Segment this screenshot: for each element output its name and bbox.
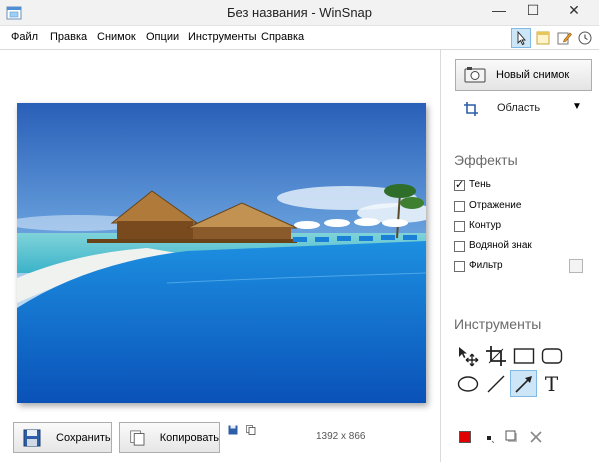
watermark-checkbox[interactable]	[454, 241, 465, 252]
effect-label: Тень	[469, 179, 491, 190]
delete-icon[interactable]	[529, 430, 543, 444]
clock-icon	[578, 31, 592, 45]
bottom-bar: Сохранить Копировать 1392 x 866	[0, 413, 441, 462]
filter-checkbox[interactable]	[454, 261, 465, 272]
new-snapshot-label: Новый снимок	[496, 69, 570, 81]
text-tool[interactable]: T	[538, 370, 565, 397]
crop-region-icon	[464, 102, 478, 116]
timer-button[interactable]	[575, 28, 595, 48]
close-button[interactable]: ✕	[552, 0, 596, 22]
canvas-area[interactable]: ▼	[0, 50, 441, 424]
beach-photo	[17, 103, 426, 403]
line-icon	[487, 375, 504, 392]
save-button[interactable]: Сохранить	[13, 422, 112, 453]
effect-label: Контур	[469, 220, 502, 231]
menu-bar: Файл Правка Снимок Опции Инструменты Спр…	[0, 26, 599, 50]
copy-button-label: Копировать	[159, 431, 219, 444]
ellipse-tool[interactable]	[454, 370, 481, 397]
arrow-tool[interactable]	[510, 370, 537, 397]
capture-mode-dropdown[interactable]: Область ▼	[464, 101, 584, 117]
shadow-style-icon[interactable]	[505, 430, 519, 444]
effect-label: Фильтр	[469, 260, 503, 271]
effect-filter[interactable]: Фильтр	[454, 259, 594, 274]
menu-help[interactable]: Справка	[261, 31, 304, 43]
snapshot-image[interactable]	[17, 103, 426, 403]
floppy-disk-icon	[23, 429, 41, 446]
crop-tool[interactable]	[482, 342, 509, 369]
ellipse-icon	[457, 375, 478, 392]
shadow-checkbox[interactable]: ✓	[454, 180, 465, 191]
rectangle-tool[interactable]	[510, 342, 537, 369]
effect-outline[interactable]: Контур	[454, 220, 594, 234]
text-icon: T	[544, 371, 559, 396]
effect-reflection[interactable]: Отражение	[454, 200, 594, 214]
copy-button[interactable]: Копировать	[119, 422, 220, 453]
menu-tools[interactable]: Инструменты	[188, 31, 257, 43]
pointer-mode-button[interactable]	[511, 28, 531, 48]
effect-label: Отражение	[469, 200, 522, 211]
rounded-rectangle-icon	[541, 347, 562, 364]
title-bar: Без названия - WinSnap — ☐ ✕	[0, 0, 599, 26]
edit-icon	[557, 32, 572, 45]
effect-shadow[interactable]: ✓ Тень	[454, 179, 594, 193]
menu-snapshot[interactable]: Снимок	[97, 31, 136, 43]
menu-file[interactable]: Файл	[11, 31, 38, 43]
effect-label: Водяной знак	[469, 240, 532, 251]
quick-save-icon[interactable]	[228, 425, 238, 435]
rectangle-icon	[513, 347, 534, 364]
filter-settings-button[interactable]	[569, 259, 583, 273]
new-snapshot-button[interactable]: Новый снимок	[455, 59, 592, 91]
line-tool[interactable]	[482, 370, 509, 397]
tools-heading: Инструменты	[454, 316, 542, 332]
reflection-checkbox[interactable]	[454, 201, 465, 212]
window-capture-button[interactable]	[533, 28, 553, 48]
move-tool[interactable]	[454, 342, 481, 369]
edit-button[interactable]	[554, 28, 574, 48]
save-button-label: Сохранить	[56, 431, 111, 444]
move-icon	[458, 346, 478, 366]
menu-options[interactable]: Опции	[146, 31, 179, 43]
arrow-icon	[514, 375, 532, 393]
camera-icon	[464, 67, 486, 83]
capture-mode-value: Область	[497, 102, 541, 114]
color-picker-swatch[interactable]	[459, 431, 471, 443]
minimize-button[interactable]: —	[482, 0, 516, 22]
effect-watermark[interactable]: Водяной знак	[454, 240, 594, 254]
menu-edit[interactable]: Правка	[50, 31, 87, 43]
right-panel: Новый снимок Область ▼ Эффекты ✓ Тень От…	[442, 50, 599, 462]
rounded-rectangle-tool[interactable]	[538, 342, 565, 369]
effects-heading: Эффекты	[454, 152, 518, 168]
image-dimensions: 1392 x 866	[316, 431, 366, 442]
quick-copy-icon[interactable]	[246, 425, 256, 435]
pointer-icon	[517, 30, 526, 46]
maximize-button[interactable]: ☐	[517, 0, 549, 22]
window-capture-icon	[536, 31, 550, 45]
copy-icon	[130, 429, 145, 446]
crop-icon	[485, 345, 506, 366]
chevron-down-icon: ▼	[572, 101, 582, 112]
line-width-icon[interactable]	[484, 433, 494, 443]
outline-checkbox[interactable]	[454, 221, 465, 232]
